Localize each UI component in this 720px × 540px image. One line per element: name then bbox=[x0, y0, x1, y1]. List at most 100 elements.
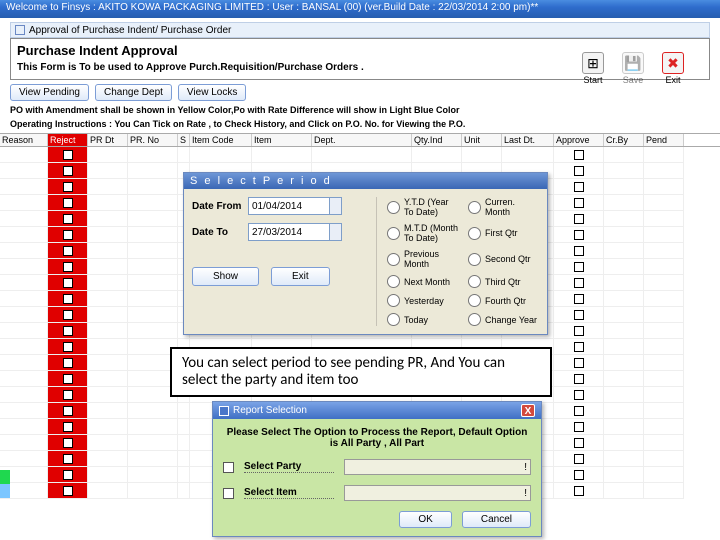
approve-checkbox[interactable] bbox=[574, 326, 584, 336]
reject-checkbox[interactable] bbox=[63, 358, 73, 368]
grid-cell bbox=[178, 451, 190, 467]
grid-cell bbox=[128, 323, 178, 339]
view-pending-button[interactable]: View Pending bbox=[10, 84, 89, 101]
reject-checkbox[interactable] bbox=[63, 150, 73, 160]
period-radio[interactable] bbox=[468, 313, 481, 326]
select-party-field[interactable]: ! bbox=[344, 459, 531, 475]
report-close-button[interactable]: X bbox=[521, 404, 535, 417]
select-party-checkbox[interactable] bbox=[223, 462, 234, 473]
period-opt-prev-month[interactable]: Previous Month bbox=[387, 249, 458, 269]
period-opt-ytd[interactable]: Y.T.D (Year To Date) bbox=[387, 197, 458, 217]
change-dept-button[interactable]: Change Dept bbox=[95, 84, 172, 101]
report-cancel-button[interactable]: Cancel bbox=[462, 511, 531, 528]
approve-checkbox[interactable] bbox=[574, 390, 584, 400]
reject-checkbox[interactable] bbox=[63, 198, 73, 208]
col-qty-ind: Qty.Ind bbox=[412, 134, 462, 146]
reject-checkbox[interactable] bbox=[63, 486, 73, 496]
grid-cell bbox=[604, 467, 644, 483]
period-radio[interactable] bbox=[468, 201, 481, 214]
grid-cell bbox=[0, 275, 48, 291]
reject-checkbox[interactable] bbox=[63, 262, 73, 272]
select-item-field[interactable]: ! bbox=[344, 485, 531, 501]
report-ok-button[interactable]: OK bbox=[399, 511, 451, 528]
start-action[interactable]: ⊞ Start bbox=[576, 52, 610, 85]
approve-checkbox[interactable] bbox=[574, 454, 584, 464]
reject-checkbox[interactable] bbox=[63, 390, 73, 400]
save-action[interactable]: 💾 Save bbox=[616, 52, 650, 85]
approve-checkbox[interactable] bbox=[574, 358, 584, 368]
period-opt-q2[interactable]: Second Qtr bbox=[468, 249, 539, 269]
approve-checkbox[interactable] bbox=[574, 486, 584, 496]
approve-checkbox[interactable] bbox=[574, 278, 584, 288]
period-opt-mtd[interactable]: M.T.D (Month To Date) bbox=[387, 223, 458, 243]
period-radio[interactable] bbox=[468, 275, 481, 288]
approve-checkbox[interactable] bbox=[574, 246, 584, 256]
reject-checkbox[interactable] bbox=[63, 406, 73, 416]
reject-checkbox[interactable] bbox=[63, 310, 73, 320]
reject-checkbox[interactable] bbox=[63, 374, 73, 384]
approve-checkbox[interactable] bbox=[574, 406, 584, 416]
reject-checkbox[interactable] bbox=[63, 278, 73, 288]
approve-checkbox[interactable] bbox=[574, 294, 584, 304]
approve-checkbox[interactable] bbox=[574, 438, 584, 448]
period-radio[interactable] bbox=[387, 253, 400, 266]
reject-checkbox[interactable] bbox=[63, 470, 73, 480]
date-to-input[interactable] bbox=[248, 223, 330, 241]
reject-checkbox[interactable] bbox=[63, 454, 73, 464]
period-opt-curr-month[interactable]: Curren. Month bbox=[468, 197, 539, 217]
reject-checkbox[interactable] bbox=[63, 294, 73, 304]
period-radio[interactable] bbox=[468, 227, 481, 240]
period-radio[interactable] bbox=[387, 294, 400, 307]
approve-checkbox[interactable] bbox=[574, 374, 584, 384]
reject-checkbox[interactable] bbox=[63, 166, 73, 176]
approve-checkbox[interactable] bbox=[574, 230, 584, 240]
select-item-checkbox[interactable] bbox=[223, 488, 234, 499]
approve-checkbox[interactable] bbox=[574, 198, 584, 208]
period-exit-button[interactable]: Exit bbox=[271, 267, 330, 286]
period-opt-change-year[interactable]: Change Year bbox=[468, 313, 539, 326]
reject-checkbox[interactable] bbox=[63, 438, 73, 448]
approve-checkbox[interactable] bbox=[574, 214, 584, 224]
approve-checkbox[interactable] bbox=[574, 422, 584, 432]
approve-checkbox[interactable] bbox=[574, 342, 584, 352]
approve-checkbox[interactable] bbox=[574, 150, 584, 160]
period-opt-q1[interactable]: First Qtr bbox=[468, 223, 539, 243]
period-show-button[interactable]: Show bbox=[192, 267, 259, 286]
grid-cell bbox=[128, 435, 178, 451]
period-radio[interactable] bbox=[387, 275, 400, 288]
excl-icon: ! bbox=[524, 462, 527, 473]
grid-cell bbox=[554, 403, 604, 419]
grid-cell bbox=[604, 403, 644, 419]
reject-checkbox[interactable] bbox=[63, 422, 73, 432]
grid-cell bbox=[88, 451, 128, 467]
reject-checkbox[interactable] bbox=[63, 214, 73, 224]
exit-action[interactable]: ✖ Exit bbox=[656, 52, 690, 85]
approve-checkbox[interactable] bbox=[574, 182, 584, 192]
period-opt-today[interactable]: Today bbox=[387, 313, 458, 326]
approve-checkbox[interactable] bbox=[574, 310, 584, 320]
period-opt-label: Third Qtr bbox=[485, 277, 521, 287]
reject-checkbox[interactable] bbox=[63, 230, 73, 240]
period-opt-q3[interactable]: Third Qtr bbox=[468, 275, 539, 288]
date-to-spinner[interactable] bbox=[330, 223, 342, 241]
date-from-spinner[interactable] bbox=[330, 197, 342, 215]
period-radio[interactable] bbox=[468, 294, 481, 307]
date-from-input[interactable] bbox=[248, 197, 330, 215]
period-radio[interactable] bbox=[387, 227, 400, 240]
period-opt-q4[interactable]: Fourth Qtr bbox=[468, 294, 539, 307]
period-radio[interactable] bbox=[387, 201, 400, 214]
grid-cell bbox=[604, 483, 644, 499]
period-opt-yesterday[interactable]: Yesterday bbox=[387, 294, 458, 307]
reject-checkbox[interactable] bbox=[63, 326, 73, 336]
approve-checkbox[interactable] bbox=[574, 262, 584, 272]
period-opt-next-month[interactable]: Next Month bbox=[387, 275, 458, 288]
period-radio[interactable] bbox=[387, 313, 400, 326]
reject-checkbox[interactable] bbox=[63, 182, 73, 192]
period-radio[interactable] bbox=[468, 253, 481, 266]
view-locks-button[interactable]: View Locks bbox=[178, 84, 246, 101]
reject-checkbox[interactable] bbox=[63, 342, 73, 352]
grid-cell bbox=[48, 259, 88, 275]
reject-checkbox[interactable] bbox=[63, 246, 73, 256]
approve-checkbox[interactable] bbox=[574, 470, 584, 480]
approve-checkbox[interactable] bbox=[574, 166, 584, 176]
